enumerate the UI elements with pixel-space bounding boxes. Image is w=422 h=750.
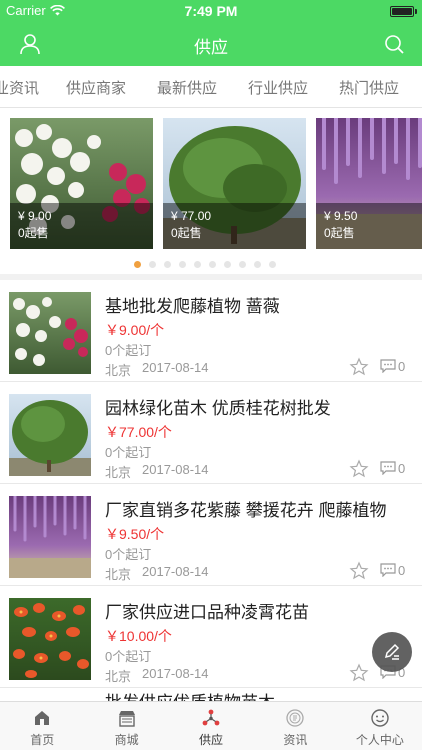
tab-label: 资讯	[283, 733, 308, 747]
tab-home[interactable]: 首页	[0, 702, 84, 750]
product-location: 北京	[105, 567, 132, 582]
tab-label: 首页	[30, 733, 55, 747]
bottom-tab-bar: 首页 商城 供应 资讯 个人中心	[0, 701, 422, 750]
status-bar: Carrier 7:49 PM	[0, 0, 422, 22]
favorite-star-icon[interactable]	[349, 663, 369, 683]
list-item[interactable]: 厂家供应进口品种凌霄花苗 ￥10.00/个 0个起订 北京 2017-08-14…	[0, 586, 422, 688]
product-name: 园林绿化苗木 优质桂花树批发	[105, 399, 331, 418]
page-dot[interactable]	[179, 261, 186, 268]
list-item-partial[interactable]: 批发供应优质植物苗木	[0, 688, 422, 702]
list-item[interactable]: 厂家直销多花紫藤 攀援花卉 爬藤植物 ￥9.50/个 0个起订 北京 2017-…	[0, 484, 422, 586]
tab-news[interactable]: 资讯	[253, 702, 337, 750]
favorite-star-icon[interactable]	[349, 459, 369, 479]
category-tabs: 业资讯 供应商家 最新供应 行业供应 热门供应	[0, 66, 422, 108]
home-icon	[35, 711, 50, 725]
page-title: 供应	[194, 38, 228, 57]
app-header-bar: Carrier 7:49 PM 供应	[0, 0, 422, 66]
product-date: 2017-08-14	[142, 666, 209, 681]
product-location: 北京	[105, 465, 132, 480]
product-date: 2017-08-14	[142, 564, 209, 579]
carousel-card[interactable]: ¥ 9.50 0起售	[316, 118, 422, 249]
tab-label: 供应	[199, 733, 224, 747]
carousel-card[interactable]: ¥ 77.00 0起售	[163, 118, 306, 249]
carousel-card[interactable]: ¥ 9.00 0起售	[10, 118, 153, 249]
page-dot[interactable]	[164, 261, 171, 268]
tab-latest-supply[interactable]: 最新供应	[157, 77, 217, 98]
card-moq: 0起售	[171, 226, 202, 240]
product-thumbnail	[9, 394, 91, 476]
tab-label: 商城	[114, 733, 139, 747]
comment-icon[interactable]	[380, 563, 396, 577]
tab-suppliers[interactable]: 供应商家	[66, 77, 126, 98]
edit-fab-button[interactable]	[372, 632, 412, 672]
nav-header: 供应	[0, 22, 422, 66]
edit-icon	[384, 643, 400, 660]
product-thumbnail	[9, 496, 91, 578]
card-moq: 0起售	[324, 226, 355, 240]
page-dot[interactable]	[194, 261, 201, 268]
card-moq: 0起售	[18, 226, 49, 240]
product-moq: 0个起订	[105, 649, 152, 664]
search-icon	[385, 35, 404, 54]
page-dot[interactable]	[239, 261, 246, 268]
store-icon	[118, 711, 135, 727]
product-thumbnail	[9, 292, 91, 374]
tab-supply[interactable]: 供应	[169, 702, 253, 750]
carousel-pagination	[0, 261, 422, 268]
product-moq: 0个起订	[105, 547, 152, 562]
product-name: 基地批发爬藤植物 蔷薇	[105, 297, 280, 316]
product-name: 厂家直销多花紫藤 攀援花卉 爬藤植物	[105, 501, 387, 520]
tab-industry-news[interactable]: 业资讯	[0, 77, 39, 98]
comment-count: 0	[398, 359, 406, 374]
product-thumbnail	[9, 598, 91, 680]
product-price: ￥9.50/个	[105, 526, 165, 542]
status-time: 7:49 PM	[184, 3, 238, 19]
product-price: ￥9.00/个	[105, 322, 165, 338]
product-price: ￥10.00/个	[105, 628, 172, 644]
page-dot[interactable]	[254, 261, 261, 268]
product-location: 北京	[105, 363, 132, 378]
tab-hot-supply[interactable]: 热门供应	[339, 77, 399, 98]
list-item[interactable]: 基地批发爬藤植物 蔷薇 ￥9.00/个 0个起订 北京 2017-08-14 0	[0, 280, 422, 382]
product-price: ￥77.00/个	[105, 424, 172, 440]
product-name: 厂家供应进口品种凌霄花苗	[105, 603, 309, 622]
profile-icon	[371, 709, 389, 727]
tab-profile[interactable]: 个人中心	[338, 702, 422, 750]
product-date: 2017-08-14	[142, 360, 209, 375]
tab-label: 个人中心	[355, 733, 404, 747]
comment-count: 0	[398, 563, 406, 578]
card-price: ¥ 9.50	[324, 209, 358, 223]
comment-icon[interactable]	[380, 461, 396, 475]
search-button[interactable]	[380, 30, 408, 58]
comment-icon[interactable]	[380, 359, 396, 373]
page-dot[interactable]	[149, 261, 156, 268]
card-price: ¥ 9.00	[18, 209, 52, 223]
tab-industry-supply[interactable]: 行业供应	[248, 77, 308, 98]
favorite-star-icon[interactable]	[349, 357, 369, 377]
news-icon	[286, 709, 305, 727]
card-price: ¥ 77.00	[171, 209, 212, 223]
product-name: 批发供应优质植物苗木	[105, 688, 275, 702]
product-moq: 0个起订	[105, 445, 152, 460]
tab-store[interactable]: 商城	[84, 702, 168, 750]
list-item[interactable]: 园林绿化苗木 优质桂花树批发 ￥77.00/个 0个起订 北京 2017-08-…	[0, 382, 422, 484]
page-dot[interactable]	[224, 261, 231, 268]
featured-carousel[interactable]: ¥ 9.00 0起售 ¥ 77.00 0起售 ¥ 9.50 0起售	[0, 108, 422, 274]
comment-count: 0	[398, 461, 406, 476]
supply-icon	[202, 709, 220, 726]
product-location: 北京	[105, 669, 132, 684]
product-date: 2017-08-14	[142, 462, 209, 477]
page-dot[interactable]	[209, 261, 216, 268]
battery-icon	[390, 6, 417, 17]
favorite-star-icon[interactable]	[349, 561, 369, 581]
page-dot[interactable]	[134, 261, 141, 268]
page-dot[interactable]	[269, 261, 276, 268]
product-moq: 0个起订	[105, 343, 152, 358]
